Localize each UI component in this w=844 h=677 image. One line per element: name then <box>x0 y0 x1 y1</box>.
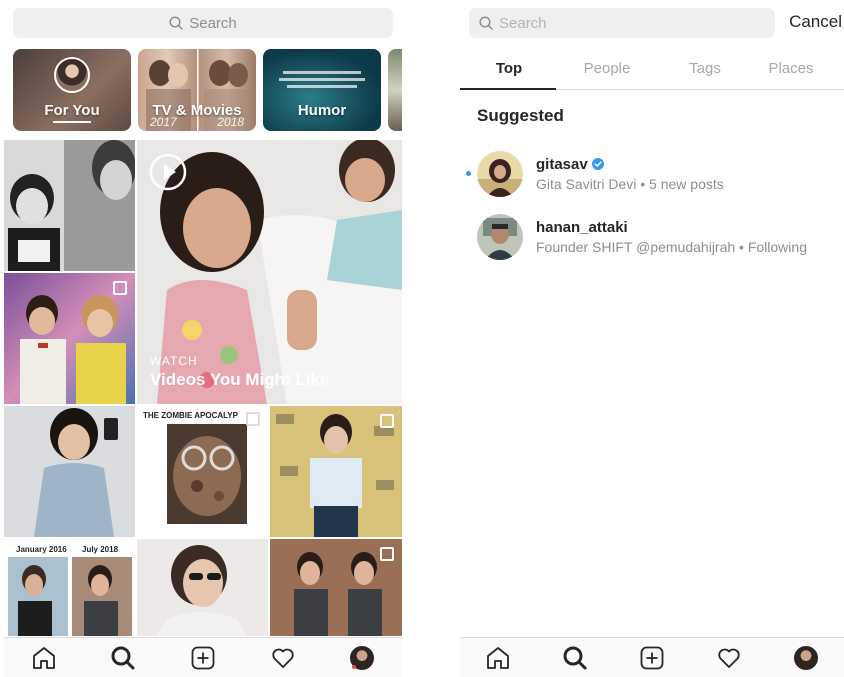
search-icon <box>169 16 183 30</box>
tab-home[interactable] <box>478 638 518 677</box>
home-icon <box>32 646 55 669</box>
tab-profile[interactable] <box>342 638 382 677</box>
grid-post[interactable] <box>4 273 135 404</box>
year-2018: 2018 <box>217 115 244 129</box>
watch-video-tile[interactable]: WATCH Videos You Might Like <box>137 140 402 404</box>
user-subtitle: Founder SHIFT @pemudahijrah • Following <box>536 239 807 255</box>
explore-search-bar[interactable]: Search <box>13 8 393 38</box>
cancel-button[interactable]: Cancel <box>789 12 842 32</box>
watch-eyebrow: WATCH <box>150 354 198 368</box>
bottom-tab-bar <box>4 637 402 677</box>
search-input[interactable]: Search <box>469 8 775 38</box>
grid-post[interactable]: THE ZOMBIE APOCALYP <box>137 406 268 537</box>
multi-post-icon <box>113 281 127 295</box>
search-result[interactable]: gitasav Gita Savitri Devi • 5 new posts <box>460 151 844 207</box>
tab-new-post[interactable] <box>632 638 672 677</box>
username: gitasav <box>536 156 604 173</box>
search-screen: Search Cancel Top People Tags Places Sug… <box>460 0 844 677</box>
user-avatar <box>477 214 523 260</box>
verified-badge-icon <box>591 158 604 170</box>
heart-icon <box>718 648 740 668</box>
home-icon <box>487 646 510 669</box>
search-icon <box>479 16 493 30</box>
category-partial[interactable] <box>388 49 402 131</box>
tab-home[interactable] <box>24 638 64 677</box>
watch-title: Videos You Might Like <box>150 370 330 389</box>
explore-grid: WATCH Videos You Might Like THE ZOMBIE A… <box>4 140 402 636</box>
play-icon <box>149 153 187 191</box>
search-placeholder: Search <box>499 14 547 32</box>
grid-post[interactable] <box>270 539 402 636</box>
multi-post-icon <box>246 412 260 426</box>
grid-post[interactable]: January 2016 July 2018 <box>4 539 135 636</box>
username: hanan_attaki <box>536 219 628 236</box>
search-result[interactable]: hanan_attaki Founder SHIFT @pemudahijrah… <box>460 214 844 270</box>
after-caption: July 2018 <box>82 545 119 554</box>
tab-places[interactable]: Places <box>743 60 839 77</box>
for-you-avatar <box>54 57 90 93</box>
grid-post[interactable] <box>4 406 135 537</box>
search-icon <box>111 646 135 669</box>
tab-search[interactable] <box>555 638 595 677</box>
search-icon <box>563 646 587 669</box>
tab-top[interactable]: Top <box>461 60 557 77</box>
heart-icon <box>271 648 294 668</box>
new-post-icon <box>191 646 215 669</box>
category-label: Humor <box>297 102 347 119</box>
profile-avatar <box>793 645 818 670</box>
tab-activity[interactable] <box>263 638 303 677</box>
search-placeholder: Search <box>189 14 237 32</box>
tab-tags[interactable]: Tags <box>657 60 753 77</box>
multi-post-icon <box>380 414 394 428</box>
new-post-icon <box>640 646 664 669</box>
category-humor[interactable]: Humor <box>263 49 381 131</box>
bottom-tab-bar <box>460 637 844 677</box>
multi-post-icon <box>380 547 394 561</box>
tab-profile[interactable] <box>786 638 826 677</box>
category-tv-movies[interactable]: TV & Movies 2017 2018 <box>138 49 256 131</box>
grid-post[interactable] <box>270 406 402 537</box>
notification-dot <box>352 664 357 669</box>
post-caption: THE ZOMBIE APOCALYP <box>143 411 238 420</box>
grid-post[interactable] <box>137 539 268 636</box>
username-text: gitasav <box>536 156 588 173</box>
tab-search[interactable] <box>103 638 143 677</box>
selected-underline <box>53 121 91 123</box>
category-for-you[interactable]: For You <box>13 49 131 131</box>
user-subtitle: Gita Savitri Devi • 5 new posts <box>536 176 724 192</box>
search-tabs: Top People Tags Places <box>460 48 844 90</box>
tab-activity[interactable] <box>709 638 749 677</box>
section-title: Suggested <box>477 106 564 125</box>
tab-new-post[interactable] <box>183 638 223 677</box>
tab-people[interactable]: People <box>559 60 655 77</box>
grid-post[interactable] <box>4 140 135 271</box>
unread-dot <box>466 171 471 176</box>
explore-screen: Search For You TV & Movies 2017 2018 Hum… <box>4 0 402 677</box>
category-label: For You <box>44 102 100 119</box>
before-caption: January 2016 <box>16 545 67 554</box>
year-2017: 2017 <box>150 115 177 129</box>
active-tab-indicator <box>460 88 556 90</box>
user-avatar <box>477 151 523 197</box>
